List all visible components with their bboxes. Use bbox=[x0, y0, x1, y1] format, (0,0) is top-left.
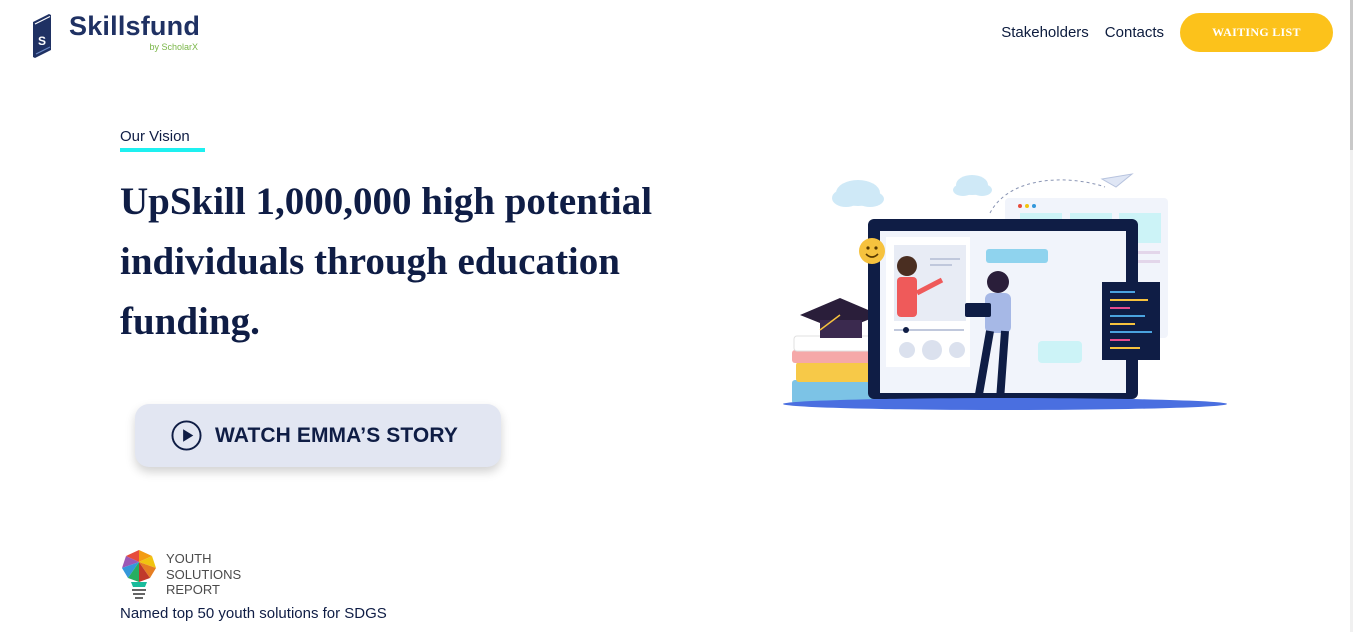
lightbulb-logo-icon bbox=[122, 550, 156, 599]
nav-link-stakeholders[interactable]: Stakeholders bbox=[1001, 24, 1089, 41]
nav-link-contacts[interactable]: Contacts bbox=[1105, 24, 1164, 41]
brand-subtitle: by ScholarX bbox=[149, 42, 199, 52]
award-caption: Named top 50 youth solutions for SDGS bbox=[120, 605, 387, 622]
eyebrow-underline bbox=[120, 148, 205, 152]
watch-story-button[interactable]: WATCH EMMA’S STORY bbox=[135, 404, 501, 467]
online-learning-illustration bbox=[783, 173, 1227, 410]
waiting-list-button[interactable]: WAITING LIST bbox=[1180, 13, 1333, 52]
main-nav: Stakeholders Contacts WAITING LIST bbox=[1001, 13, 1333, 52]
play-icon bbox=[171, 420, 202, 451]
book-logo-icon: S bbox=[33, 14, 51, 58]
brand-logo[interactable]: S Skillsfund by ScholarX bbox=[31, 12, 200, 58]
watch-story-label: WATCH EMMA’S STORY bbox=[215, 423, 458, 447]
hero-headline: UpSkill 1,000,000 high potential individ… bbox=[120, 172, 700, 352]
section-eyebrow: Our Vision bbox=[120, 128, 190, 145]
award-title: YOUTH SOLUTIONS REPORT bbox=[166, 551, 242, 597]
headline-part-1: UpSkill bbox=[120, 180, 256, 223]
award-badge: YOUTH SOLUTIONS REPORT bbox=[120, 548, 256, 600]
brand-name: Skillsfund bbox=[69, 11, 201, 41]
svg-text:S: S bbox=[38, 34, 46, 48]
